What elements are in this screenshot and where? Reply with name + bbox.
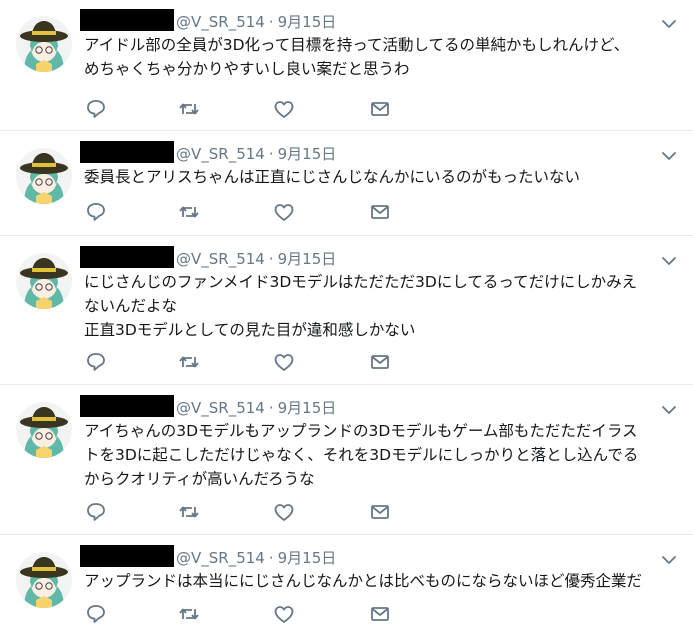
tweet-meta: @V_SR_514 · 9月15日 [176, 143, 336, 164]
redacted-display-name [80, 141, 174, 163]
chevron-down-icon[interactable] [660, 253, 678, 267]
tweet-text-line: ないんだよな [84, 297, 178, 315]
tweet-text: アイちゃんの3Dモデルもアップランドの3Dモデルもゲーム部もただただイラス トを… [84, 419, 684, 491]
tweet-date[interactable]: 9月15日 [278, 399, 337, 417]
like-icon[interactable] [272, 602, 296, 626]
tweet-meta: @V_SR_514 · 9月15日 [176, 397, 336, 418]
retweet-icon[interactable] [177, 350, 201, 374]
tweet[interactable]: @V_SR_514 · 9月15日 アイちゃんの3Dモデルもアップランドの3Dモデル… [0, 386, 693, 535]
tweet[interactable]: @V_SR_514 · 9月15日 アップランドは本当ににじさんじなんかとは比べもの… [0, 536, 693, 635]
tweet-date[interactable]: 9月15日 [278, 549, 337, 567]
tweet-date[interactable]: 9月15日 [278, 250, 337, 268]
message-icon[interactable] [368, 350, 392, 374]
reply-icon[interactable] [84, 500, 108, 524]
tweet-text: アイドル部の全員が3D化って目標を持って活動してるの単純かもしれんけど、 めちゃ… [84, 33, 684, 81]
separator: · [268, 13, 274, 31]
tweet[interactable]: @V_SR_514 · 9月15日 にじさんじのファンメイド3Dモデルはただただ3D… [0, 237, 693, 385]
user-handle[interactable]: @V_SR_514 [176, 399, 265, 417]
like-icon[interactable] [272, 200, 296, 224]
tweet-text: アップランドは本当ににじさんじなんかとは比べものにならないほど優秀企業だ [84, 569, 684, 593]
tweet-text: 委員長とアリスちゃんは正直にじさんじなんかにいるのがもったいない [84, 165, 684, 189]
avatar[interactable] [16, 552, 72, 608]
chevron-down-icon[interactable] [660, 16, 678, 30]
like-icon[interactable] [272, 97, 296, 121]
chevron-down-icon[interactable] [660, 552, 678, 566]
tweet-text-line: アイドル部の全員が3D化って目標を持って活動してるの単純かもしれんけど、 [84, 36, 630, 54]
avatar[interactable] [16, 402, 72, 458]
separator: · [268, 399, 274, 417]
redacted-display-name [80, 9, 174, 31]
tweet-meta: @V_SR_514 · 9月15日 [176, 547, 336, 568]
reply-icon[interactable] [84, 200, 108, 224]
like-icon[interactable] [272, 500, 296, 524]
message-icon[interactable] [368, 500, 392, 524]
reply-icon[interactable] [84, 97, 108, 121]
avatar[interactable] [16, 148, 72, 204]
user-handle[interactable]: @V_SR_514 [176, 13, 265, 31]
user-handle[interactable]: @V_SR_514 [176, 250, 265, 268]
tweet-date[interactable]: 9月15日 [278, 13, 337, 31]
tweet[interactable]: @V_SR_514 · 9月15日 委員長とアリスちゃんは正直にじさんじなんかにいる… [0, 132, 693, 236]
tweet-meta: @V_SR_514 · 9月15日 [176, 11, 336, 32]
tweet-text-line: トを3Dに起こしただけじゃなく、それを3Dモデルにしっかりと落とし込んでる [84, 446, 639, 464]
retweet-icon[interactable] [177, 500, 201, 524]
tweet-text-line: アップランドは本当ににじさんじなんかとは比べものにならないほど優秀企業だ [84, 572, 643, 590]
tweet-text-line: からクオリティが高いんだろうな [84, 470, 315, 488]
message-icon[interactable] [368, 602, 392, 626]
chevron-down-icon[interactable] [660, 148, 678, 162]
retweet-icon[interactable] [177, 200, 201, 224]
tweet-meta: @V_SR_514 · 9月15日 [176, 248, 336, 269]
user-handle[interactable]: @V_SR_514 [176, 145, 265, 163]
separator: · [268, 549, 274, 567]
retweet-icon[interactable] [177, 97, 201, 121]
retweet-icon[interactable] [177, 602, 201, 626]
redacted-display-name [80, 395, 174, 417]
tweet-text-line: めちゃくちゃ分かりやすいし良い案だと思うわ [84, 60, 410, 78]
reply-icon[interactable] [84, 350, 108, 374]
chevron-down-icon[interactable] [660, 402, 678, 416]
tweet[interactable]: @V_SR_514 · 9月15日 アイドル部の全員が3D化って目標を持って活動して… [0, 0, 693, 131]
redacted-display-name [80, 246, 174, 268]
tweet-text-line: にじさんじのファンメイド3Dモデルはただただ3Dにしてるってだけにしかみえ [84, 273, 638, 291]
tweet-text-line: アイちゃんの3Dモデルもアップランドの3Dモデルもゲーム部もただただイラス [84, 422, 638, 440]
tweet-date[interactable]: 9月15日 [278, 145, 337, 163]
message-icon[interactable] [368, 97, 392, 121]
reply-icon[interactable] [84, 602, 108, 626]
user-handle[interactable]: @V_SR_514 [176, 549, 265, 567]
tweet-text-line: 委員長とアリスちゃんは正直にじさんじなんかにいるのがもったいない [84, 168, 581, 186]
avatar[interactable] [16, 253, 72, 309]
tweet-feed: @V_SR_514 · 9月15日 アイドル部の全員が3D化って目標を持って活動して… [0, 0, 693, 635]
message-icon[interactable] [368, 200, 392, 224]
separator: · [268, 145, 274, 163]
redacted-display-name [80, 545, 174, 567]
like-icon[interactable] [272, 350, 296, 374]
avatar[interactable] [16, 16, 72, 72]
separator: · [268, 250, 274, 268]
tweet-text: にじさんじのファンメイド3Dモデルはただただ3Dにしてるってだけにしかみえ ない… [84, 270, 684, 342]
tweet-text-line: 正直3Dモデルとしての見た目が違和感しかない [84, 321, 416, 339]
